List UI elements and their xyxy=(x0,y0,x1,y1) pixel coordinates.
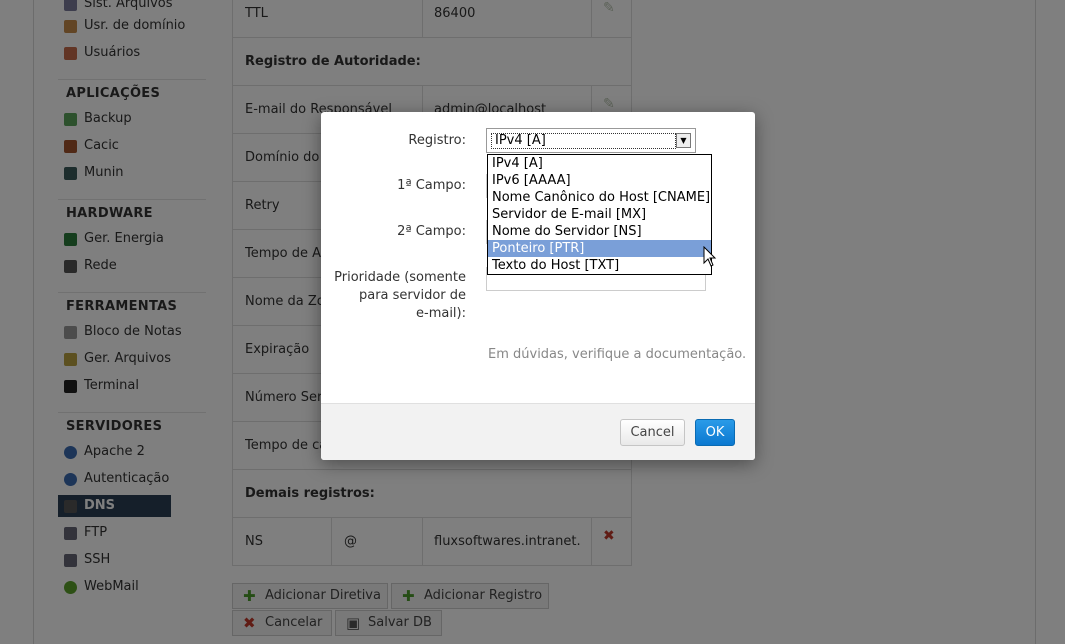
help-hint: Em dúvidas, verifique a documentação. xyxy=(488,347,747,362)
cancel-button[interactable]: Cancel xyxy=(620,419,685,446)
dropdown-arrow-icon[interactable]: ▼ xyxy=(676,133,691,148)
dropdown-option[interactable]: Nome do Servidor [NS] xyxy=(488,223,711,240)
ok-button[interactable]: OK xyxy=(695,419,735,446)
dropdown-option[interactable]: Nome Canônico do Host [CNAME] xyxy=(488,189,711,206)
priority-label: Prioridade (somente para servidor de e-m… xyxy=(334,269,466,323)
dropdown-option[interactable]: Servidor de E-mail [MX] xyxy=(488,206,711,223)
priority-label-line: Prioridade (somente xyxy=(334,270,466,285)
mouse-cursor-icon xyxy=(703,246,717,267)
record-type-label: Registro: xyxy=(408,133,466,148)
selected-value: IPv4 [A] xyxy=(491,133,676,149)
record-type-dropdown-list[interactable]: IPv4 [A] IPv6 [AAAA] Nome Canônico do Ho… xyxy=(487,154,712,275)
add-record-dialog: Registro: IPv4 [A] ▼ 1ª Campo: 2ª Campo:… xyxy=(321,112,755,460)
priority-label-line: e-mail): xyxy=(416,306,466,321)
dropdown-option[interactable]: IPv4 [A] xyxy=(488,155,711,172)
dropdown-option[interactable]: IPv6 [AAAA] xyxy=(488,172,711,189)
field1-label: 1ª Campo: xyxy=(397,178,466,193)
priority-label-line: para servidor de xyxy=(358,288,466,303)
field2-label: 2ª Campo: xyxy=(397,224,466,239)
dropdown-option-highlighted[interactable]: Ponteiro [PTR] xyxy=(488,240,711,257)
dropdown-option[interactable]: Texto do Host [TXT] xyxy=(488,257,711,274)
record-type-select[interactable]: IPv4 [A] ▼ xyxy=(486,128,696,153)
dialog-footer: Cancel OK xyxy=(321,403,755,460)
